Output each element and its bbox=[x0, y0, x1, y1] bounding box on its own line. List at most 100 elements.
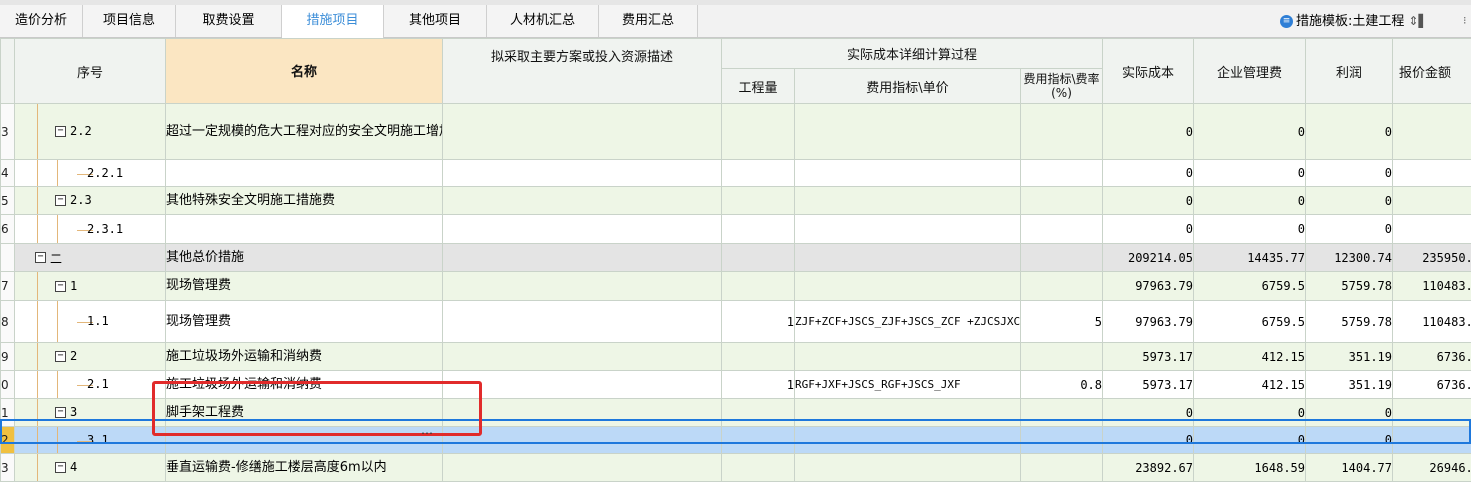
profit-cell[interactable]: 0 bbox=[1306, 187, 1393, 215]
index-price-cell[interactable]: ZJF+ZCF+JSCS_ZJF+JSCS_ZCF +ZJCSJXCGL bbox=[795, 301, 1021, 343]
quantity-cell[interactable]: 1 bbox=[722, 371, 795, 399]
index-price-cell[interactable] bbox=[795, 187, 1021, 215]
index-price-cell[interactable] bbox=[795, 104, 1021, 160]
seq-cell[interactable]: −4 bbox=[15, 454, 166, 482]
table-row[interactable]: 7−1现场管理费97963.796759.55759.78110483.0 bbox=[1, 272, 1471, 301]
name-cell[interactable] bbox=[166, 215, 443, 244]
actual-cost-header[interactable]: 实际成本 bbox=[1103, 39, 1194, 104]
quote-cell[interactable]: 235950.5 bbox=[1393, 244, 1471, 272]
plan-cell[interactable] bbox=[443, 215, 722, 244]
quantity-cell[interactable] bbox=[722, 343, 795, 371]
tab-fee-settings[interactable]: 取费设置 bbox=[176, 5, 282, 37]
name-cell[interactable]: 脚手架工程费 bbox=[166, 399, 443, 427]
name-cell[interactable] bbox=[166, 160, 443, 187]
index-price-cell[interactable]: RGF+JXF+JSCS_RGF+JSCS_JXF bbox=[795, 371, 1021, 399]
table-row[interactable]: 42.2.1000 bbox=[1, 160, 1471, 187]
profit-cell[interactable]: 1404.77 bbox=[1306, 454, 1393, 482]
collapse-toggle-icon[interactable]: − bbox=[35, 252, 46, 263]
actual-cost-cell[interactable]: 23892.67 bbox=[1103, 454, 1194, 482]
seq-cell[interactable]: 3.1 bbox=[15, 427, 166, 454]
mgmt-fee-cell[interactable]: 6759.5 bbox=[1194, 272, 1306, 301]
quote-header[interactable]: 报价金额 bbox=[1393, 39, 1471, 104]
profit-cell[interactable]: 0 bbox=[1306, 215, 1393, 244]
quote-cell[interactable]: 6736.5 bbox=[1393, 371, 1471, 399]
mgmt-fee-cell[interactable]: 412.15 bbox=[1194, 371, 1306, 399]
mgmt-fee-cell[interactable]: 6759.5 bbox=[1194, 301, 1306, 343]
index-rate-cell[interactable] bbox=[1021, 399, 1103, 427]
index-rate-cell[interactable] bbox=[1021, 215, 1103, 244]
tab-labor-material-summary[interactable]: 人材机汇总 bbox=[487, 5, 599, 37]
quantity-cell[interactable] bbox=[722, 187, 795, 215]
actual-cost-cell[interactable]: 0 bbox=[1103, 399, 1194, 427]
quote-cell[interactable]: 110483.0 bbox=[1393, 301, 1471, 343]
name-cell[interactable]: 现场管理费 bbox=[166, 272, 443, 301]
profit-cell[interactable]: 5759.78 bbox=[1306, 301, 1393, 343]
table-row[interactable]: 5−2.3其他特殊安全文明施工措施费000 bbox=[1, 187, 1471, 215]
seq-cell[interactable]: 2.2.1 bbox=[15, 160, 166, 187]
mgmt-fee-cell[interactable]: 0 bbox=[1194, 215, 1306, 244]
name-cell[interactable]: 施工垃圾场外运输和消纳费 bbox=[166, 371, 443, 399]
mgmt-fee-cell[interactable]: 14435.77 bbox=[1194, 244, 1306, 272]
index-rate-cell[interactable] bbox=[1021, 160, 1103, 187]
plan-cell[interactable] bbox=[443, 343, 722, 371]
actual-cost-cell[interactable]: 5973.17 bbox=[1103, 343, 1194, 371]
index-price-cell[interactable] bbox=[795, 343, 1021, 371]
seq-cell[interactable]: −1 bbox=[15, 272, 166, 301]
table-row[interactable]: 23.1000 bbox=[1, 427, 1471, 454]
index-price-cell[interactable] bbox=[795, 399, 1021, 427]
index-rate-cell[interactable] bbox=[1021, 427, 1103, 454]
collapse-toggle-icon[interactable]: − bbox=[55, 195, 66, 206]
mgmt-fee-cell[interactable]: 0 bbox=[1194, 427, 1306, 454]
plan-cell[interactable] bbox=[443, 187, 722, 215]
plan-cell[interactable] bbox=[443, 399, 722, 427]
table-row[interactable]: 62.3.1000 bbox=[1, 215, 1471, 244]
actual-cost-cell[interactable]: 0 bbox=[1103, 187, 1194, 215]
quote-cell[interactable]: 6736.5 bbox=[1393, 343, 1471, 371]
mgmt-fee-cell[interactable]: 0 bbox=[1194, 399, 1306, 427]
sort-icon[interactable]: ⇕▌ bbox=[1408, 5, 1427, 37]
mgmt-fee-cell[interactable]: 1648.59 bbox=[1194, 454, 1306, 482]
table-row[interactable]: 02.1施工垃圾场外运输和消纳费1RGF+JXF+JSCS_RGF+JSCS_J… bbox=[1, 371, 1471, 399]
plan-cell[interactable] bbox=[443, 244, 722, 272]
index-price-cell[interactable] bbox=[795, 427, 1021, 454]
index-rate-cell[interactable] bbox=[1021, 187, 1103, 215]
plan-cell[interactable] bbox=[443, 272, 722, 301]
quote-cell[interactable] bbox=[1393, 104, 1471, 160]
actual-cost-cell[interactable]: 0 bbox=[1103, 427, 1194, 454]
profit-cell[interactable]: 0 bbox=[1306, 399, 1393, 427]
index-rate-cell[interactable] bbox=[1021, 454, 1103, 482]
seq-header[interactable]: 序号 bbox=[15, 39, 166, 104]
plan-header[interactable]: 拟采取主要方案或投入资源描述 bbox=[443, 39, 722, 104]
index-price-cell[interactable] bbox=[795, 454, 1021, 482]
more-button[interactable]: … bbox=[421, 423, 433, 437]
mgmt-fee-header[interactable]: 企业管理费 bbox=[1194, 39, 1306, 104]
quantity-cell[interactable] bbox=[722, 215, 795, 244]
actual-cost-cell[interactable]: 97963.79 bbox=[1103, 272, 1194, 301]
measure-template-selector[interactable]: ≡措施模板:土建工程⇕▌ ⁝ bbox=[1280, 5, 1428, 37]
actual-cost-cell[interactable]: 97963.79 bbox=[1103, 301, 1194, 343]
index-price-cell[interactable] bbox=[795, 244, 1021, 272]
quote-cell[interactable] bbox=[1393, 187, 1471, 215]
quote-cell[interactable]: 110483.0 bbox=[1393, 272, 1471, 301]
quantity-cell[interactable] bbox=[722, 244, 795, 272]
collapse-toggle-icon[interactable]: − bbox=[55, 351, 66, 362]
quote-cell[interactable]: 26946.0 bbox=[1393, 454, 1471, 482]
quantity-header[interactable]: 工程量 bbox=[722, 69, 795, 104]
seq-cell[interactable]: −二 bbox=[15, 244, 166, 272]
table-row[interactable]: 1−3脚手架工程费000 bbox=[1, 399, 1471, 427]
seq-cell[interactable]: −2.2 bbox=[15, 104, 166, 160]
plan-cell[interactable] bbox=[443, 371, 722, 399]
index-price-cell[interactable] bbox=[795, 160, 1021, 187]
index-price-header[interactable]: 费用指标\单价 bbox=[795, 69, 1021, 104]
tab-cost-analysis[interactable]: 造价分析 bbox=[0, 5, 83, 37]
table-row[interactable]: 3−2.2超过一定规模的危大工程对应的安全文明施工增加措施费000 bbox=[1, 104, 1471, 160]
quote-cell[interactable] bbox=[1393, 215, 1471, 244]
index-rate-cell[interactable] bbox=[1021, 343, 1103, 371]
quantity-cell[interactable] bbox=[722, 399, 795, 427]
table-row[interactable]: −二其他总价措施209214.0514435.7712300.74235950.… bbox=[1, 244, 1471, 272]
quantity-cell[interactable] bbox=[722, 454, 795, 482]
index-price-cell[interactable] bbox=[795, 272, 1021, 301]
table-row[interactable]: 3−4垂直运输费-修缮施工楼层高度6m以内23892.671648.591404… bbox=[1, 454, 1471, 482]
seq-cell[interactable]: 1.1 bbox=[15, 301, 166, 343]
seq-cell[interactable]: 2.3.1 bbox=[15, 215, 166, 244]
